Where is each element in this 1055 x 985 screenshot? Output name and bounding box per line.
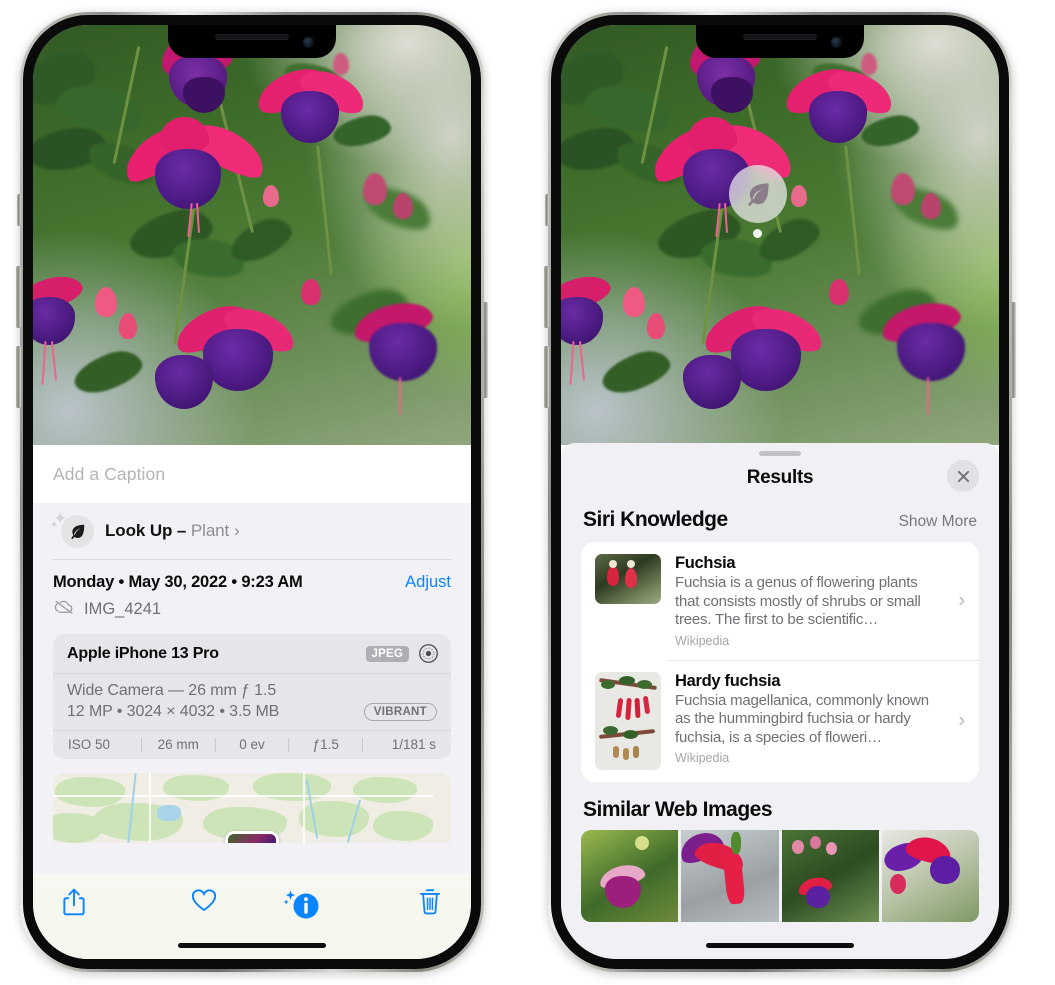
caption-placeholder: Add a Caption <box>53 463 166 484</box>
photo-date: Monday • May 30, 2022 • 9:23 AM <box>53 573 303 591</box>
similar-web-images-header: Similar Web Images <box>561 782 999 830</box>
device-screen-area: Add a Caption ✦ ✦ Look Up – Plant › Mond… <box>33 25 471 959</box>
card-title: Fuchsia <box>675 554 736 572</box>
home-indicator[interactable] <box>706 943 854 948</box>
chevron-right-icon: › <box>958 709 965 731</box>
adjust-button[interactable]: Adjust <box>405 573 451 592</box>
similar-web-images-row <box>581 829 979 922</box>
siri-knowledge-card-list: Fuchsia Fuchsia is a genus of flowering … <box>581 542 979 782</box>
lens-info: Wide Camera — 26 mm ƒ 1.5 <box>67 682 277 699</box>
favorite-button[interactable] <box>157 887 253 913</box>
results-sheet: Results Siri Knowledge Show More Fuchsia… <box>561 443 999 959</box>
mute-switch[interactable] <box>17 194 21 226</box>
photo-fuchsia[interactable] <box>33 25 471 445</box>
mute-switch[interactable] <box>545 194 549 226</box>
photo-fuchsia[interactable] <box>561 25 999 445</box>
card-source: Wikipedia <box>675 751 730 765</box>
card-description: Fuchsia magellanica, commonly known as t… <box>675 691 929 746</box>
web-image-4[interactable] <box>881 829 979 922</box>
chevron-right-icon: › <box>958 589 965 612</box>
aperture-icon[interactable] <box>418 643 439 664</box>
icloud-slash-icon <box>53 599 75 620</box>
image-specs: 12 MP • 3024 × 4032 • 3.5 MB <box>67 703 280 720</box>
leaf-icon <box>748 183 769 207</box>
power-button[interactable] <box>483 302 488 398</box>
card-source: Wikipedia <box>675 633 730 648</box>
map-photo-pin[interactable] <box>225 831 279 843</box>
exif-exposure: 0 ev <box>239 737 265 752</box>
close-icon <box>957 470 969 482</box>
card-title: Hardy fuchsia <box>675 671 781 690</box>
screenshot-stage: Add a Caption ✦ ✦ Look Up – Plant › Mond… <box>0 0 1055 985</box>
web-image-2[interactable] <box>681 829 779 922</box>
volume-down-button[interactable] <box>16 346 21 408</box>
results-title: Results <box>746 467 814 488</box>
photo-filename: IMG_4241 <box>84 600 162 618</box>
camera-model: Apple iPhone 13 Pro <box>67 644 219 662</box>
info-sparkle-icon <box>283 887 319 921</box>
card-thumbnail <box>595 671 661 770</box>
knowledge-card-fuchsia[interactable]: Fuchsia Fuchsia is a genus of flowering … <box>581 542 979 660</box>
exif-focal-length: 26 mm <box>157 737 199 752</box>
volume-down-button[interactable] <box>544 346 549 408</box>
caption-input[interactable]: Add a Caption <box>33 445 471 503</box>
chevron-right-icon: › <box>234 521 240 540</box>
device-screen-area: Results Siri Knowledge Show More Fuchsia… <box>561 25 999 959</box>
phone-left-photo-details: Add a Caption ✦ ✦ Look Up – Plant › Mond… <box>16 12 488 972</box>
siri-knowledge-header: Siri Knowledge Show More <box>561 500 999 542</box>
card-thumbnail <box>595 554 661 604</box>
exif-aperture: ƒ1.5 <box>312 737 339 752</box>
volume-up-button[interactable] <box>544 266 549 328</box>
info-button[interactable] <box>252 887 348 921</box>
look-up-row[interactable]: ✦ ✦ Look Up – Plant › <box>33 503 471 559</box>
exif-iso: ISO 50 <box>68 737 111 752</box>
visual-lookup-anchor-dot <box>753 229 762 238</box>
look-up-label: Look Up – Plant <box>105 521 230 540</box>
show-more-button[interactable]: Show More <box>899 513 977 531</box>
earpiece-speaker <box>743 34 817 40</box>
device-notch <box>168 25 336 58</box>
web-image-1[interactable] <box>581 829 679 922</box>
camera-info-card: Apple iPhone 13 Pro JPEG Wide Camera — 2… <box>53 634 451 759</box>
earpiece-speaker <box>215 34 289 40</box>
home-indicator[interactable] <box>178 943 326 948</box>
section-title-siri-knowledge: Siri Knowledge <box>583 508 728 531</box>
photographic-style-badge: VIBRANT <box>363 703 437 721</box>
format-badge: JPEG <box>365 645 409 662</box>
delete-button[interactable] <box>348 887 444 917</box>
exif-shutter-speed: 1/181 s <box>391 737 436 752</box>
front-camera-icon <box>831 37 842 48</box>
screen-right: Results Siri Knowledge Show More Fuchsia… <box>561 25 999 959</box>
knowledge-card-hardy-fuchsia[interactable]: Hardy fuchsia Fuchsia magellanica, commo… <box>581 659 979 782</box>
look-up-icon-group: ✦ ✦ <box>50 509 94 549</box>
exif-row: ISO 50 26 mm 0 ev ƒ1.5 1/181 s <box>53 731 451 759</box>
device-notch <box>696 25 864 58</box>
location-map[interactable] <box>53 773 451 843</box>
share-button[interactable] <box>61 887 157 917</box>
visual-lookup-leaf-badge[interactable] <box>729 165 787 223</box>
leaf-icon <box>61 515 94 548</box>
front-camera-icon <box>303 37 314 48</box>
phone-right-visual-lookup: Results Siri Knowledge Show More Fuchsia… <box>544 12 1016 972</box>
power-button[interactable] <box>1011 302 1016 398</box>
section-title-similar-web-images: Similar Web Images <box>583 797 773 821</box>
card-description: Fuchsia is a genus of flowering plants t… <box>675 574 921 628</box>
volume-up-button[interactable] <box>16 266 21 328</box>
photo-metadata: Monday • May 30, 2022 • 9:23 AM Adjust I… <box>33 560 471 620</box>
sparkle-small-icon: ✦ <box>50 520 59 531</box>
screen-left: Add a Caption ✦ ✦ Look Up – Plant › Mond… <box>33 25 471 959</box>
web-image-3[interactable] <box>781 829 879 922</box>
close-button[interactable] <box>947 460 979 492</box>
